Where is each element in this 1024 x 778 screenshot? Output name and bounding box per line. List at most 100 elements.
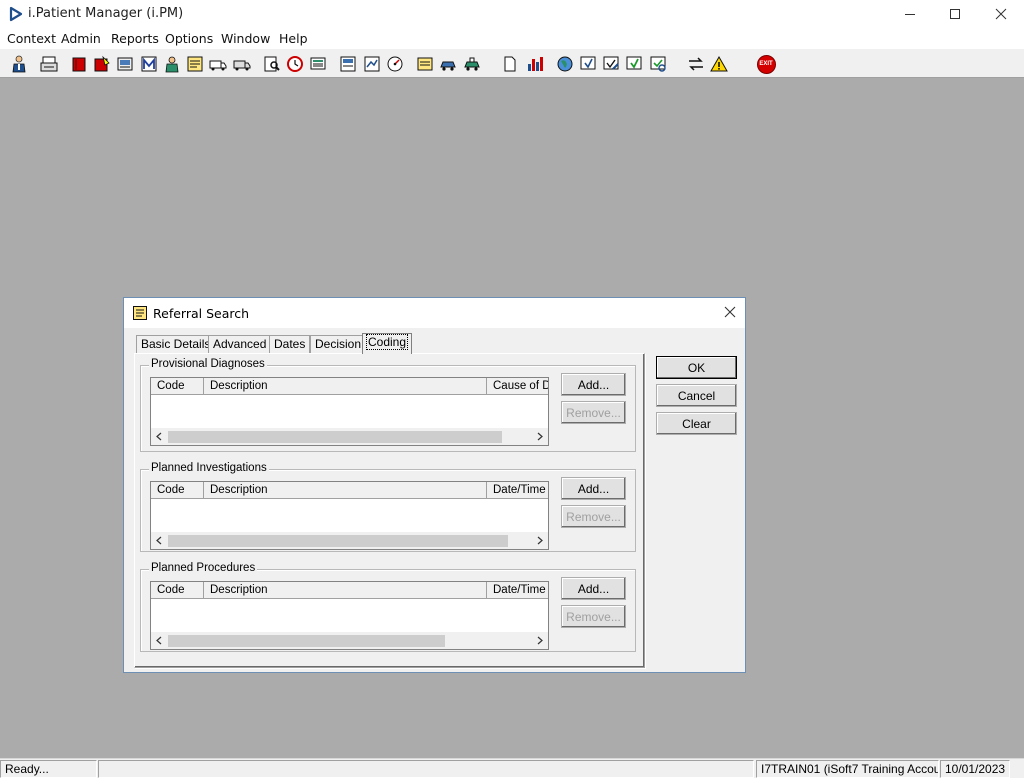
status-account: I7TRAIN01 (iSoft7 Training Account) <box>756 760 939 778</box>
toolbar-document-button[interactable] <box>499 53 521 75</box>
toolbar-list-green-button[interactable] <box>623 53 645 75</box>
toolbar-edit-book-button[interactable] <box>91 53 113 75</box>
transfer-icon <box>687 55 705 73</box>
scroll-left-icon[interactable] <box>153 431 165 442</box>
scroll-left-icon[interactable] <box>153 635 165 646</box>
close-window-button[interactable] <box>978 0 1024 28</box>
ok-button[interactable]: OK <box>656 356 737 379</box>
scroll-left-icon[interactable] <box>153 535 165 546</box>
menu-reports[interactable]: Reports <box>111 31 159 46</box>
scroll-right-icon[interactable] <box>534 535 546 546</box>
toolbar-patient-button[interactable] <box>8 53 30 75</box>
globe-icon <box>556 55 574 73</box>
remove-diagnosis-button[interactable]: Remove... <box>561 401 626 424</box>
horizontal-scrollbar[interactable] <box>151 428 548 445</box>
toolbar-bar-chart-button[interactable] <box>524 53 546 75</box>
status-spacer <box>98 760 754 778</box>
toolbar-schedule-button[interactable] <box>337 53 359 75</box>
toolbar-list-edit-button[interactable] <box>600 53 622 75</box>
add-procedure-button[interactable]: Add... <box>561 577 626 600</box>
planned-procedures-list[interactable]: Code Description Date/Time <box>150 581 549 650</box>
scroll-right-icon[interactable] <box>534 431 546 442</box>
column-header-cause-of-death[interactable]: Cause of De <box>487 378 548 395</box>
toolbar-clock-button[interactable] <box>284 53 306 75</box>
scroll-thumb[interactable] <box>168 635 445 647</box>
toolbar-notes-button[interactable] <box>184 53 206 75</box>
toolbar-list-check-button[interactable] <box>577 53 599 75</box>
book-icon <box>70 55 88 73</box>
scanner-icon <box>116 55 134 73</box>
tab-advanced[interactable]: Advanced <box>208 335 272 353</box>
column-header-date-time[interactable]: Date/Time <box>487 582 548 599</box>
tab-label: Coding <box>365 334 409 350</box>
menu-window[interactable]: Window <box>221 31 270 46</box>
add-diagnosis-button[interactable]: Add... <box>561 373 626 396</box>
dialog-app-icon <box>133 306 147 320</box>
column-header-description[interactable]: Description <box>204 378 487 395</box>
toolbar-screen-button[interactable] <box>307 53 329 75</box>
column-header-code[interactable]: Code <box>151 378 204 395</box>
toolbar-vehicle-button[interactable] <box>231 53 253 75</box>
toolbar-report-button[interactable] <box>361 53 383 75</box>
horizontal-scrollbar[interactable] <box>151 632 548 649</box>
toolbar-scanner-button[interactable] <box>114 53 136 75</box>
toolbar-globe-button[interactable] <box>554 53 576 75</box>
search-doc-icon <box>263 55 281 73</box>
toolbar-ambulance-button[interactable] <box>207 53 229 75</box>
provisional-diagnoses-group: Provisional Diagnoses Code Description C… <box>140 358 636 452</box>
menu-help[interactable]: Help <box>279 31 308 46</box>
remove-procedure-button[interactable]: Remove... <box>561 605 626 628</box>
tab-decision[interactable]: Decision <box>310 335 367 353</box>
scroll-thumb[interactable] <box>168 431 502 443</box>
toolbar-doctor-button[interactable] <box>161 53 183 75</box>
tab-dates[interactable]: Dates <box>269 335 311 353</box>
menu-admin[interactable]: Admin <box>61 31 101 46</box>
menu-context[interactable]: Context <box>7 31 56 46</box>
dialog-close-button[interactable] <box>721 304 739 322</box>
toolbar-m-button[interactable] <box>138 53 160 75</box>
note-icon <box>416 55 434 73</box>
group-legend: Provisional Diagnoses <box>149 358 267 370</box>
gauge-icon <box>386 55 404 73</box>
toolbar-list-refresh-button[interactable] <box>647 53 669 75</box>
warning-icon <box>710 55 728 73</box>
scroll-right-icon[interactable] <box>534 635 546 646</box>
transport-icon <box>439 55 457 73</box>
toolbar-gauge-button[interactable] <box>384 53 406 75</box>
column-header-description[interactable]: Description <box>204 582 487 599</box>
toolbar-transport-button[interactable] <box>437 53 459 75</box>
tab-label: Advanced <box>213 337 267 351</box>
dialog-title: Referral Search <box>153 306 250 321</box>
add-investigation-button[interactable]: Add... <box>561 477 626 500</box>
scroll-thumb[interactable] <box>168 535 508 547</box>
tab-coding[interactable]: Coding <box>362 333 413 354</box>
toolbar: EXIT <box>0 48 1024 78</box>
remove-investigation-button[interactable]: Remove... <box>561 505 626 528</box>
provisional-diagnoses-list[interactable]: Code Description Cause of De <box>150 377 549 446</box>
cancel-button[interactable]: Cancel <box>656 384 737 407</box>
column-header-code[interactable]: Code <box>151 482 204 499</box>
list-header: Code Description Date/Time <box>151 482 548 499</box>
status-text: Ready... <box>0 760 97 778</box>
toolbar-book-button[interactable] <box>68 53 90 75</box>
horizontal-scrollbar[interactable] <box>151 532 548 549</box>
maximize-button[interactable] <box>932 0 978 28</box>
clear-button[interactable]: Clear <box>656 412 737 435</box>
toolbar-note-button[interactable] <box>414 53 436 75</box>
toolbar-exit-button[interactable]: EXIT <box>755 53 777 75</box>
toolbar-search-doc-button[interactable] <box>261 53 283 75</box>
column-header-description[interactable]: Description <box>204 482 487 499</box>
app-play-icon <box>8 6 24 22</box>
column-header-code[interactable]: Code <box>151 582 204 599</box>
document-icon <box>501 55 519 73</box>
tab-basic-details[interactable]: Basic Details <box>136 335 216 353</box>
toolbar-transfer-button[interactable] <box>685 53 707 75</box>
toolbar-vehicle-alt-button[interactable] <box>461 53 483 75</box>
menu-options[interactable]: Options <box>165 31 213 46</box>
column-header-date-time[interactable]: Date/Time <box>487 482 548 499</box>
toolbar-warning-button[interactable] <box>708 53 730 75</box>
planned-investigations-list[interactable]: Code Description Date/Time <box>150 481 549 550</box>
minimize-button[interactable] <box>887 0 933 28</box>
toolbar-print-button[interactable] <box>38 53 60 75</box>
exit-icon: EXIT <box>756 54 776 74</box>
